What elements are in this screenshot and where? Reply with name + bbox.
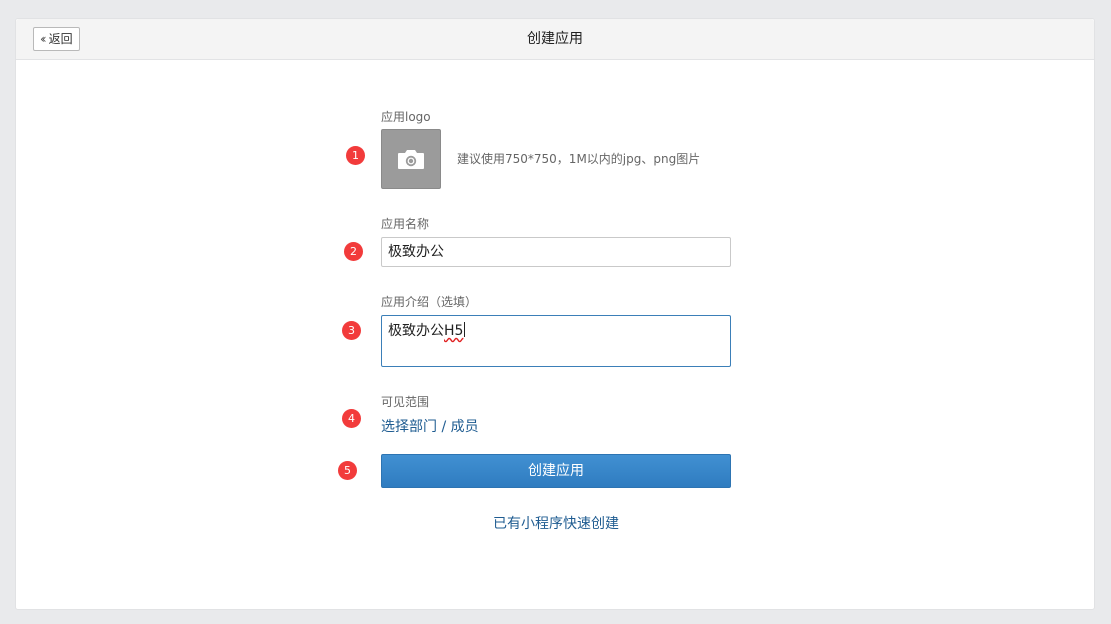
create-app-panel: ‹‹ 返回 创建应用 1 2 3 4 5 应用logo 建议使用750*750，… [15,18,1095,610]
logo-hint: 建议使用750*750，1M以内的jpg、png图片 [457,152,701,166]
logo-label: 应用logo [381,110,431,124]
step-badge-5: 5 [338,461,357,480]
app-description-textarea[interactable]: 极致办公H5 [381,315,731,367]
step-badge-2: 2 [344,242,363,261]
spellcheck-marked-text: H5 [444,323,464,339]
page-title: 创建应用 [527,31,583,47]
text-caret [464,322,466,337]
app-name-label: 应用名称 [381,217,430,231]
select-departments-members-link[interactable]: 选择部门 / 成员 [381,416,479,436]
page-header: ‹‹ 返回 创建应用 [16,19,1094,60]
app-name-input[interactable]: 极致办公 [381,237,731,267]
description-text: 极致办公 [388,323,444,339]
step-badge-4: 4 [342,409,361,428]
logo-upload[interactable] [381,129,441,189]
step-badge-3: 3 [342,321,361,340]
create-app-button[interactable]: 创建应用 [381,454,731,488]
mini-program-quick-create-link[interactable]: 已有小程序快速创建 [381,513,731,533]
visibility-label: 可见范围 [381,395,430,409]
app-description-label: 应用介绍（选填） [381,295,478,309]
camera-icon [398,150,424,169]
step-badge-1: 1 [346,146,365,165]
